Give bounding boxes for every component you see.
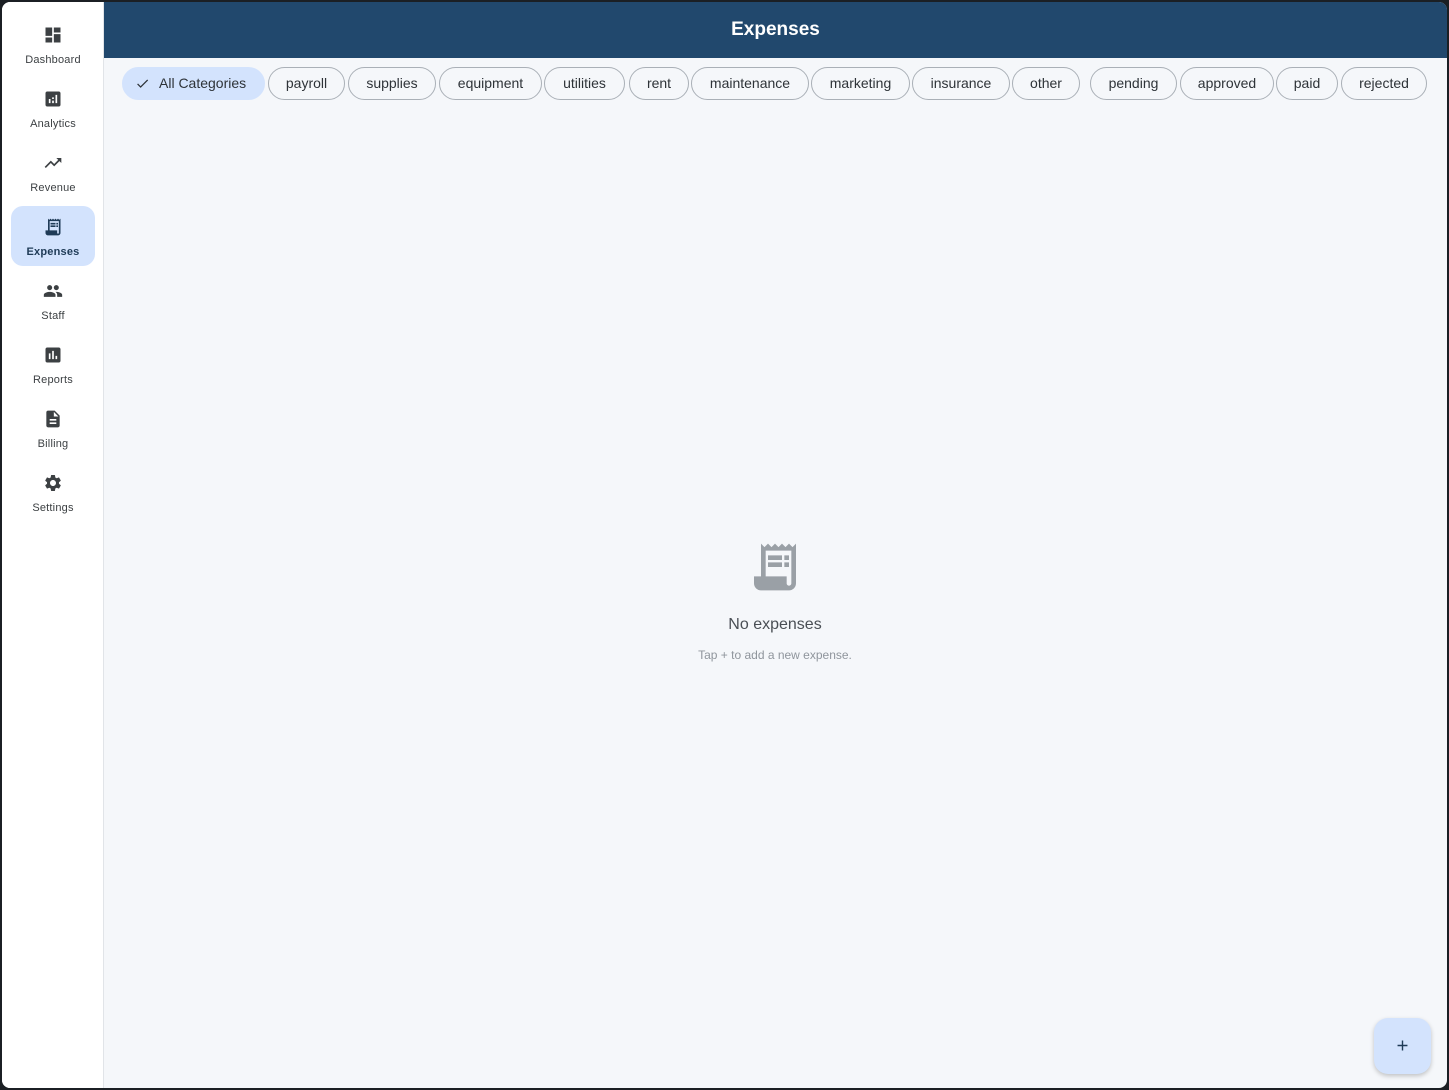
- rail-item-label: Billing: [37, 438, 69, 450]
- chip-label: marketing: [829, 75, 892, 91]
- receipt-icon: [43, 217, 63, 237]
- document-icon: [43, 409, 63, 429]
- gear-icon: [43, 473, 63, 493]
- rail-item-staff[interactable]: Staff: [11, 270, 95, 330]
- page-title: Expenses: [731, 19, 820, 40]
- rail-item-label: Expenses: [26, 246, 80, 258]
- chip-label: approved: [1197, 75, 1257, 91]
- rail-item-analytics[interactable]: Analytics: [11, 78, 95, 138]
- plus-icon: [1394, 1037, 1411, 1054]
- people-icon: [43, 281, 63, 301]
- chip-approved[interactable]: approved: [1180, 67, 1274, 100]
- rail-item-label: Dashboard: [25, 54, 81, 66]
- check-icon: [135, 76, 150, 91]
- chip-insurance[interactable]: insurance: [912, 67, 1010, 100]
- navigation-rail: Dashboard Analytics Revenue Expenses Sta…: [2, 2, 104, 1088]
- chip-label: supplies: [366, 75, 418, 91]
- chip-equipment[interactable]: equipment: [439, 67, 542, 100]
- chip-label: utilities: [563, 75, 606, 91]
- app-window: Dashboard Analytics Revenue Expenses Sta…: [2, 2, 1447, 1088]
- chip-maintenance[interactable]: maintenance: [691, 67, 809, 100]
- chip-label: payroll: [285, 75, 328, 91]
- chip-label: insurance: [930, 75, 992, 91]
- chip-label: rent: [646, 75, 672, 91]
- rail-item-settings[interactable]: Settings: [11, 462, 95, 522]
- chip-label: rejected: [1359, 75, 1409, 91]
- filter-chip-bar: All Categories payroll supplies equipmen…: [104, 58, 1447, 114]
- chip-label: pending: [1108, 75, 1159, 91]
- rail-item-label: Reports: [33, 374, 73, 386]
- rail-item-billing[interactable]: Billing: [11, 398, 95, 458]
- chip-rent[interactable]: rent: [629, 67, 689, 100]
- rail-item-expenses[interactable]: Expenses: [11, 206, 95, 266]
- bar-chart-icon: [43, 345, 63, 365]
- rail-item-label: Staff: [41, 310, 65, 322]
- analytics-icon: [43, 89, 63, 109]
- chip-payroll[interactable]: payroll: [268, 67, 345, 100]
- chip-other[interactable]: other: [1012, 67, 1080, 100]
- trending-up-icon: [43, 153, 63, 173]
- chip-all-categories[interactable]: All Categories: [122, 67, 265, 100]
- empty-state-subtitle: Tap + to add a new expense.: [698, 648, 852, 662]
- chip-pending[interactable]: pending: [1090, 67, 1177, 100]
- rail-item-label: Settings: [32, 502, 74, 514]
- chip-label: other: [1030, 75, 1062, 91]
- chip-paid[interactable]: paid: [1276, 67, 1338, 100]
- rail-item-label: Revenue: [30, 182, 76, 194]
- receipt-icon: [747, 537, 803, 597]
- chip-label: maintenance: [709, 75, 791, 91]
- chip-label: All Categories: [159, 75, 247, 91]
- chip-label: equipment: [457, 75, 524, 91]
- rail-item-label: Analytics: [30, 118, 76, 130]
- rail-item-revenue[interactable]: Revenue: [11, 142, 95, 202]
- chip-label: paid: [1293, 75, 1321, 91]
- empty-state-title: No expenses: [728, 616, 822, 633]
- rail-item-reports[interactable]: Reports: [11, 334, 95, 394]
- app-bar: Expenses: [104, 2, 1447, 58]
- chip-marketing[interactable]: marketing: [811, 67, 910, 100]
- chip-supplies[interactable]: supplies: [348, 67, 436, 100]
- chip-utilities[interactable]: utilities: [544, 67, 625, 100]
- add-expense-button[interactable]: [1374, 1018, 1431, 1074]
- rail-item-dashboard[interactable]: Dashboard: [11, 14, 95, 74]
- dashboard-icon: [43, 25, 63, 45]
- chip-rejected[interactable]: rejected: [1341, 67, 1427, 100]
